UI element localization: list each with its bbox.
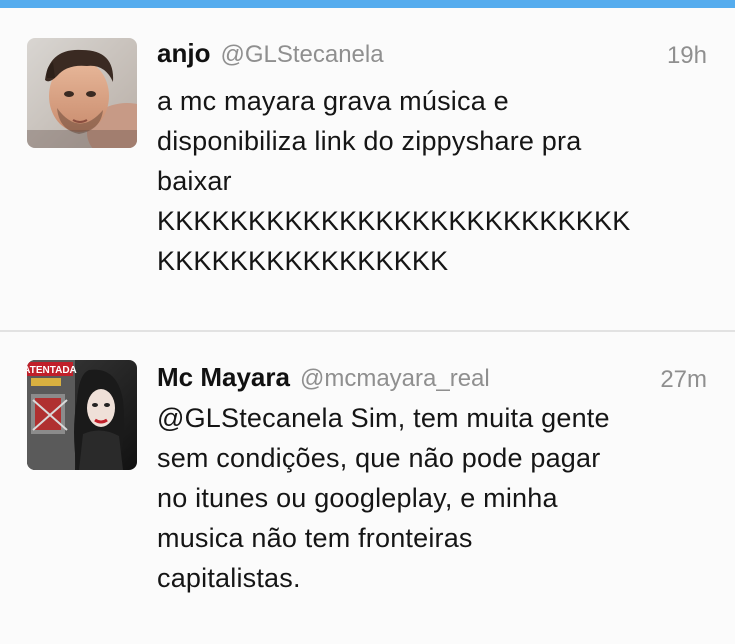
user-handle[interactable]: @mcmayara_real xyxy=(300,365,490,392)
tweet-text-line: a mc mayara grava música e xyxy=(157,86,509,116)
avatar-album-cover-woman: ATENTADA xyxy=(27,360,137,470)
avatar-young-man-photo xyxy=(27,38,137,148)
tweet-text-line: capitalistas. xyxy=(157,563,301,593)
tweet-card[interactable]: anjo @GLStecanela 19h a mc mayara grava m… xyxy=(0,8,735,330)
user-name[interactable]: Mc Mayara xyxy=(157,362,290,392)
avatar[interactable] xyxy=(27,38,137,148)
tweet-text-line: disponibiliza link do zippyshare pra xyxy=(157,126,582,156)
tweet-card[interactable]: ATENTADA Mc Mayara @mcmayara_real 27m @GL… xyxy=(0,332,735,644)
user-handle[interactable]: @GLStecanela xyxy=(220,41,383,68)
tweet-text: a mc mayara grava música e disponibiliza… xyxy=(157,81,717,281)
tweet-header: Mc Mayara @mcmayara_real 27m xyxy=(157,362,707,396)
album-cover-text: ATENTADA xyxy=(27,365,77,376)
tweet-text-line: KKKKKKKKKKKKKKKK xyxy=(157,246,449,276)
avatar[interactable]: ATENTADA xyxy=(27,360,137,470)
tweet-text-line: musica não tem fronteiras xyxy=(157,523,473,553)
tweet-text-line: KKKKKKKKKKKKKKKKKKKKKKKKKK xyxy=(157,206,631,236)
tweet-text-line: baixar xyxy=(157,166,232,196)
tweet-header: anjo @GLStecanela 19h xyxy=(157,38,707,72)
tweet-text: @GLStecanela Sim, tem muita gente sem co… xyxy=(157,398,717,598)
user-name[interactable]: anjo xyxy=(157,38,210,68)
tweet-text-line: sem condições, que não pode pagar xyxy=(157,443,601,473)
tweet-text-line: no itunes ou googleplay, e minha xyxy=(157,483,558,513)
tweet-timestamp[interactable]: 27m xyxy=(660,366,707,394)
tweet-timestamp[interactable]: 19h xyxy=(667,42,707,70)
tweet-timeline: anjo @GLStecanela 19h a mc mayara grava m… xyxy=(0,8,735,644)
tweet-text-line: @GLStecanela Sim, tem muita gente xyxy=(157,403,610,433)
top-accent-bar xyxy=(0,0,735,8)
